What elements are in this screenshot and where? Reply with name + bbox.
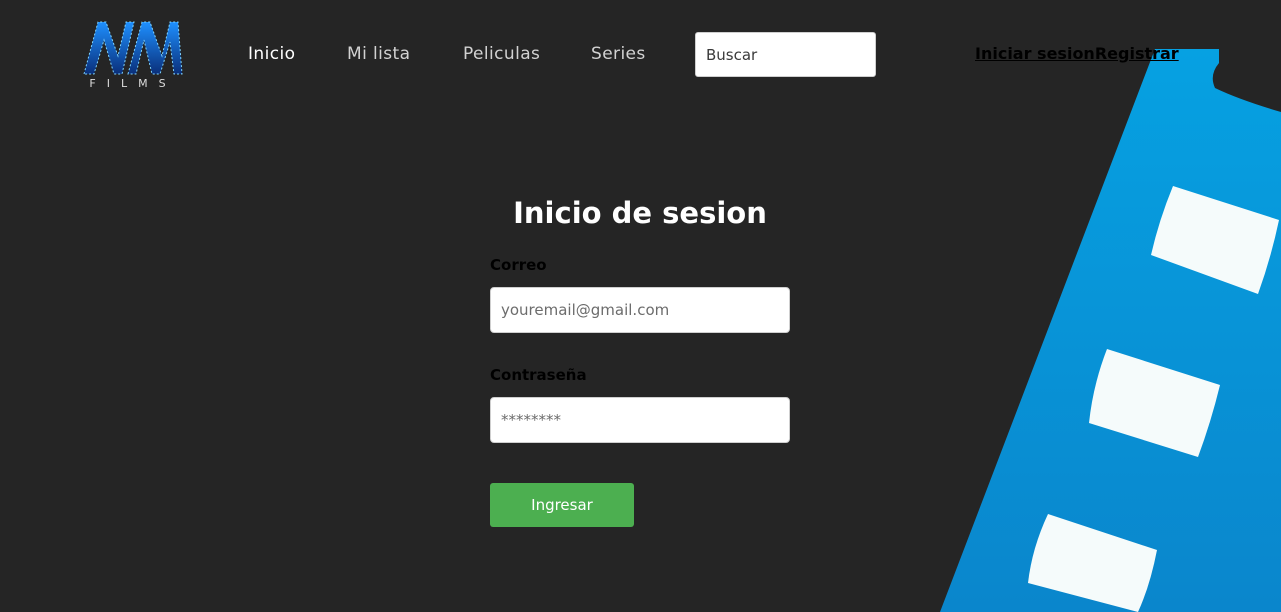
- nav-item-mi-lista[interactable]: Mi lista: [347, 44, 410, 64]
- login-link[interactable]: Iniciar sesion: [975, 44, 1095, 63]
- nav-item-peliculas[interactable]: Peliculas: [463, 44, 540, 64]
- logo-letter-m-left: [83, 21, 135, 75]
- search-input[interactable]: [695, 32, 876, 77]
- nav-item-series[interactable]: Series: [591, 44, 646, 64]
- logo-mark: FILMS: [83, 21, 183, 90]
- top-navbar: FILMS Inicio Mi lista Peliculas Series I…: [0, 0, 1281, 110]
- logo-letter-m-right: [127, 21, 183, 75]
- email-field[interactable]: [490, 287, 790, 333]
- password-field[interactable]: [490, 397, 790, 443]
- login-submit-button[interactable]: Ingresar: [490, 483, 634, 527]
- mm-films-logo[interactable]: FILMS: [82, 20, 184, 90]
- page-title: Inicio de sesion: [513, 196, 767, 230]
- register-link[interactable]: Registrar: [1095, 44, 1179, 63]
- nav-item-inicio[interactable]: Inicio: [248, 44, 295, 64]
- email-label: Correo: [490, 256, 547, 274]
- password-label: Contraseña: [490, 366, 587, 384]
- logo-text: FILMS: [89, 77, 176, 90]
- auth-links: Iniciar sesionRegistrar: [975, 44, 1179, 63]
